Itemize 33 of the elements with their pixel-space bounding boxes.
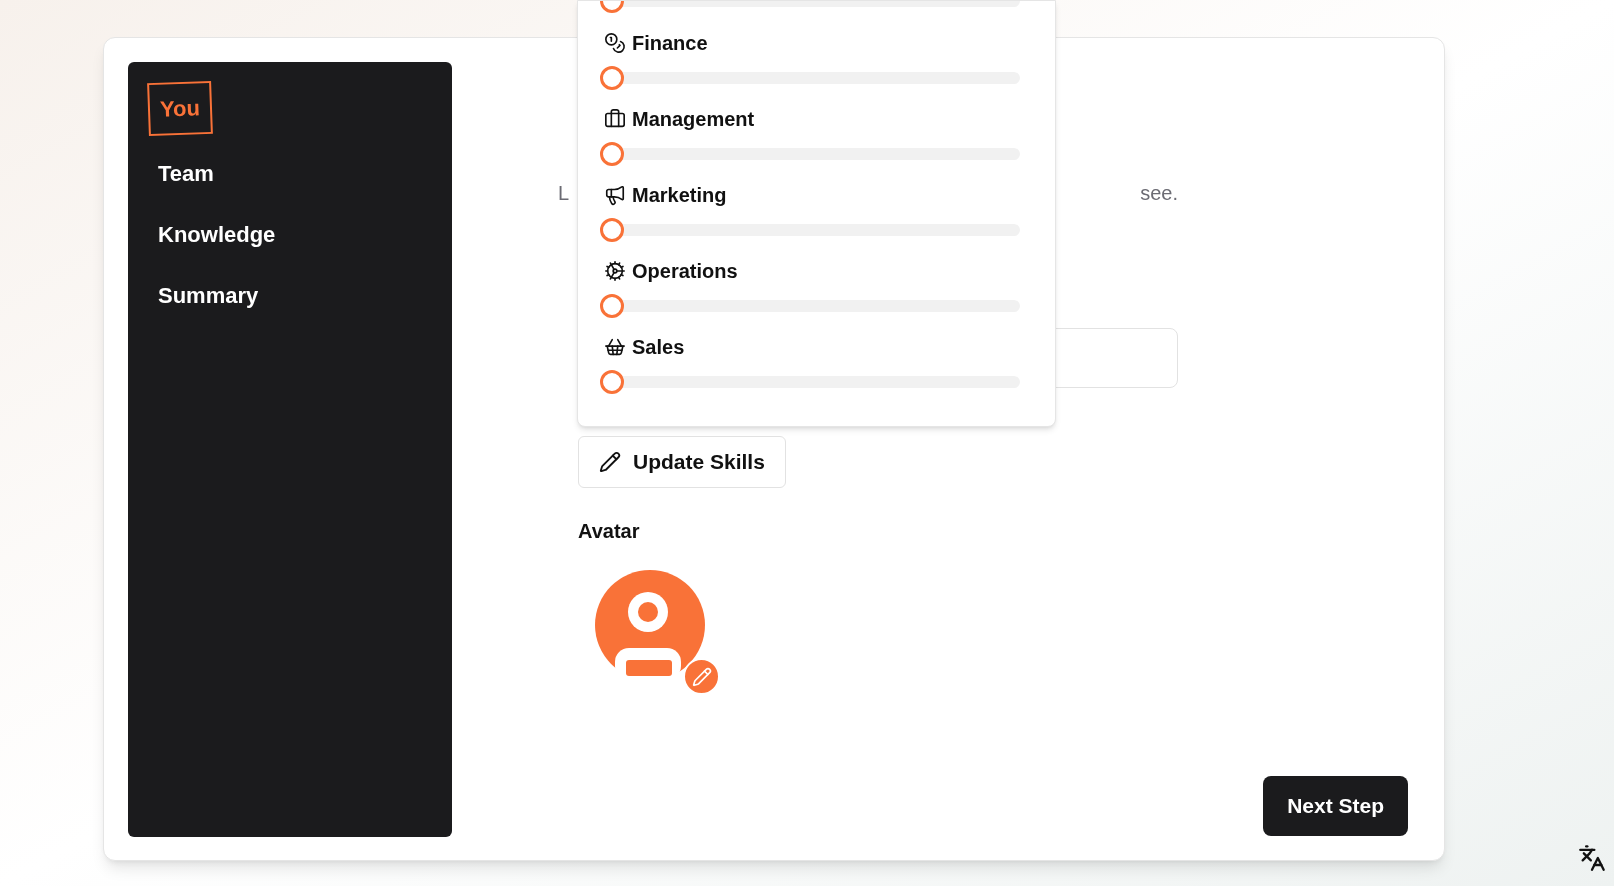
skill-label: Operations [632,259,738,284]
briefcase-icon [604,108,626,130]
pencil-icon [691,666,712,687]
basket-icon [604,336,626,358]
skill-slider[interactable] [600,218,1020,242]
sidebar-item[interactable]: You [147,80,213,137]
sidebar-item[interactable]: Summary [148,265,269,326]
coins-icon [604,32,626,54]
subtitle-text: L [558,181,570,206]
sidebar-item[interactable]: Knowledge [148,204,286,265]
skill-label: Marketing [632,183,727,208]
skill-slider[interactable] [600,370,1020,394]
subtitle-text: see. [1140,181,1178,206]
megaphone-icon [604,184,626,206]
avatar-placeholder-icon [595,570,705,680]
slider-thumb[interactable] [600,66,624,90]
pencil-icon [599,451,621,473]
slider-thumb[interactable] [600,294,624,318]
skill-label: Management [632,107,755,132]
next-step-button[interactable]: Next Step [1263,776,1408,836]
skill-label: Sales [632,335,685,360]
sidebar-item[interactable]: Team [148,143,224,204]
slider-thumb[interactable] [600,370,624,394]
slider-thumb[interactable] [600,142,624,166]
skill-slider[interactable] [600,294,1020,318]
avatar-label: Avatar [578,519,640,544]
skill-slider[interactable] [600,66,1020,90]
slider-thumb[interactable] [600,218,624,242]
skill-label: Finance [632,31,708,56]
translate-icon[interactable] [1578,844,1606,872]
gear-icon [604,260,626,282]
update-skills-button[interactable]: Update Skills [578,436,786,488]
skill-slider[interactable] [600,142,1020,166]
